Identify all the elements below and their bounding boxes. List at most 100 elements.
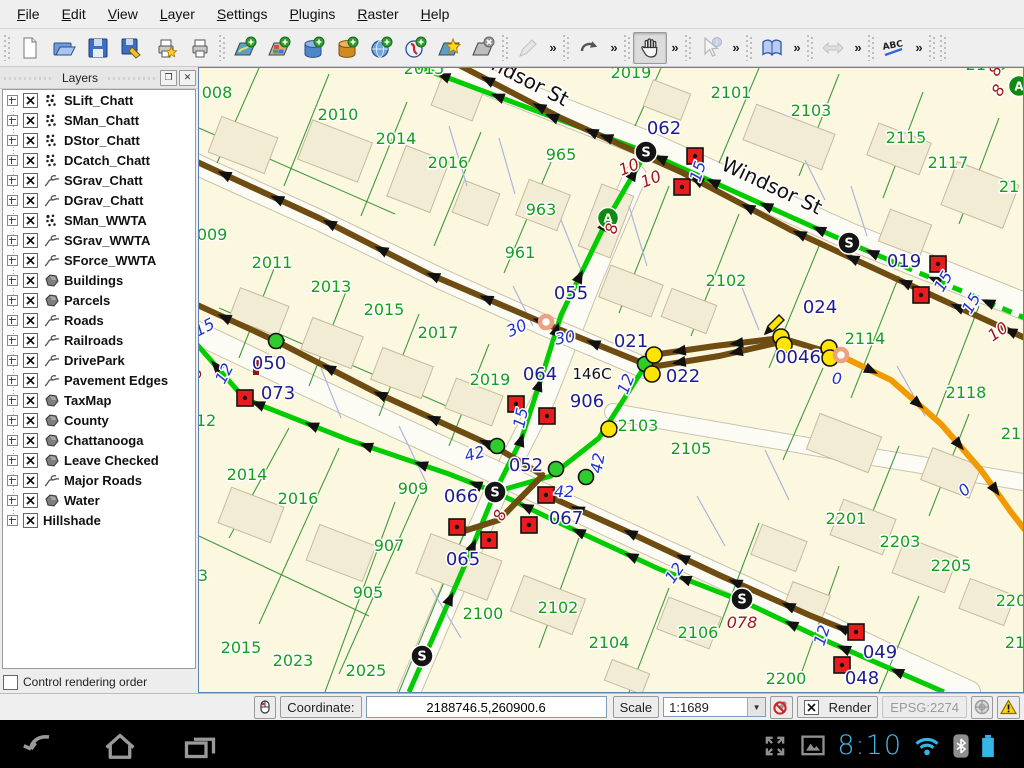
menu-settings[interactable]: Settings bbox=[206, 2, 279, 26]
layer-item-county[interactable]: County bbox=[3, 410, 195, 430]
layer-visibility-checkbox[interactable] bbox=[23, 413, 38, 428]
menu-help[interactable]: Help bbox=[410, 2, 461, 26]
layer-item-chattanooga[interactable]: Chattanooga bbox=[3, 430, 195, 450]
expand-icon[interactable] bbox=[7, 315, 18, 326]
toolbar-handle[interactable] bbox=[219, 35, 226, 61]
expand-icon[interactable] bbox=[7, 115, 18, 126]
layer-item-water[interactable]: Water bbox=[3, 490, 195, 510]
panel-close-button[interactable]: ✕ bbox=[179, 70, 196, 86]
fullscreen-icon[interactable] bbox=[761, 732, 789, 760]
toolbar-handle[interactable] bbox=[868, 35, 875, 61]
add-wms-layer-button[interactable] bbox=[364, 32, 398, 64]
expand-icon[interactable] bbox=[7, 395, 18, 406]
log-messages-button[interactable] bbox=[997, 696, 1020, 719]
layer-visibility-checkbox[interactable] bbox=[23, 213, 38, 228]
toolbar-handle[interactable] bbox=[624, 35, 631, 61]
add-wfs-layer-button[interactable] bbox=[398, 32, 432, 64]
layer-item-drivepark[interactable]: DrivePark bbox=[3, 350, 195, 370]
add-raster-layer-button[interactable] bbox=[262, 32, 296, 64]
layer-visibility-checkbox[interactable] bbox=[23, 393, 38, 408]
stop-render-button[interactable] bbox=[770, 696, 793, 719]
toolbar-handle[interactable] bbox=[940, 35, 947, 61]
expand-icon[interactable] bbox=[7, 215, 18, 226]
layer-visibility-checkbox[interactable] bbox=[23, 493, 38, 508]
open-project-button[interactable] bbox=[47, 32, 81, 64]
pan-button[interactable] bbox=[633, 32, 667, 64]
expand-icon[interactable] bbox=[7, 515, 18, 526]
layer-visibility-checkbox[interactable] bbox=[23, 253, 38, 268]
layer-item-sgrav-wwta[interactable]: SGrav_WWTA bbox=[3, 230, 195, 250]
new-shapefile-layer-button[interactable] bbox=[432, 32, 466, 64]
toolbar-overflow-button[interactable]: » bbox=[667, 33, 683, 63]
expand-icon[interactable] bbox=[7, 495, 18, 506]
layer-visibility-checkbox[interactable] bbox=[23, 293, 38, 308]
layer-visibility-checkbox[interactable] bbox=[23, 173, 38, 188]
toolbar-handle[interactable] bbox=[4, 35, 11, 61]
remove-layer-button[interactable] bbox=[466, 32, 500, 64]
new-print-composer-button[interactable] bbox=[149, 32, 183, 64]
layer-visibility-checkbox[interactable] bbox=[23, 93, 38, 108]
crs-status-button[interactable] bbox=[971, 696, 994, 719]
expand-icon[interactable] bbox=[7, 155, 18, 166]
layer-visibility-checkbox[interactable] bbox=[23, 313, 38, 328]
toolbar-overflow-button[interactable]: » bbox=[606, 33, 622, 63]
layer-item-sgrav-chatt[interactable]: SGrav_Chatt bbox=[3, 170, 195, 190]
layer-item-major-roads[interactable]: Major Roads bbox=[3, 470, 195, 490]
control-rendering-order-checkbox[interactable] bbox=[3, 675, 18, 690]
expand-icon[interactable] bbox=[7, 95, 18, 106]
layer-visibility-checkbox[interactable] bbox=[23, 473, 38, 488]
menu-edit[interactable]: Edit bbox=[51, 2, 97, 26]
layer-item-slift-chatt[interactable]: SLift_Chatt bbox=[3, 90, 195, 110]
expand-icon[interactable] bbox=[7, 255, 18, 266]
layer-item-sman-chatt[interactable]: SMan_Chatt bbox=[3, 110, 195, 130]
render-toggle[interactable]: Render bbox=[797, 696, 879, 718]
save-project-button[interactable] bbox=[81, 32, 115, 64]
layer-item-roads[interactable]: Roads bbox=[3, 310, 195, 330]
expand-icon[interactable] bbox=[7, 175, 18, 186]
layer-visibility-checkbox[interactable] bbox=[23, 453, 38, 468]
add-vector-layer-button[interactable] bbox=[228, 32, 262, 64]
chevron-down-icon[interactable]: ▼ bbox=[747, 698, 765, 716]
toolbar-handle[interactable] bbox=[807, 35, 814, 61]
toolbar-handle[interactable] bbox=[746, 35, 753, 61]
layer-item-sforce-wwta[interactable]: SForce_WWTA bbox=[3, 250, 195, 270]
new-project-button[interactable] bbox=[13, 32, 47, 64]
expand-icon[interactable] bbox=[7, 135, 18, 146]
layer-visibility-checkbox[interactable] bbox=[23, 153, 38, 168]
toolbar-handle[interactable] bbox=[502, 35, 509, 61]
menu-view[interactable]: View bbox=[97, 2, 149, 26]
expand-icon[interactable] bbox=[7, 275, 18, 286]
screenshot-icon[interactable] bbox=[799, 732, 827, 760]
layer-item-dstor-chatt[interactable]: DStor_Chatt bbox=[3, 130, 195, 150]
layer-item-sman-wwta[interactable]: SMan_WWTA bbox=[3, 210, 195, 230]
layer-item-dgrav-chatt[interactable]: DGrav_Chatt bbox=[3, 190, 195, 210]
save-project-as-button[interactable] bbox=[115, 32, 149, 64]
layer-visibility-checkbox[interactable] bbox=[23, 113, 38, 128]
layer-visibility-checkbox[interactable] bbox=[23, 273, 38, 288]
menu-raster[interactable]: Raster bbox=[346, 2, 409, 26]
expand-icon[interactable] bbox=[7, 475, 18, 486]
bookmark-button[interactable] bbox=[755, 32, 789, 64]
layer-visibility-checkbox[interactable] bbox=[23, 133, 38, 148]
back-icon[interactable] bbox=[22, 731, 58, 761]
add-postgis-layer-button[interactable] bbox=[296, 32, 330, 64]
expand-icon[interactable] bbox=[7, 415, 18, 426]
layer-visibility-checkbox[interactable] bbox=[23, 513, 38, 528]
menu-file[interactable]: File bbox=[6, 2, 51, 26]
expand-icon[interactable] bbox=[7, 295, 18, 306]
expand-icon[interactable] bbox=[7, 455, 18, 466]
expand-icon[interactable] bbox=[7, 335, 18, 346]
layer-item-hillshade[interactable]: Hillshade bbox=[3, 510, 195, 530]
add-spatialite-layer-button[interactable] bbox=[330, 32, 364, 64]
layer-item-leave-checked[interactable]: Leave Checked bbox=[3, 450, 195, 470]
home-icon[interactable] bbox=[102, 731, 138, 761]
layer-item-pavement-edges[interactable]: Pavement Edges bbox=[3, 370, 195, 390]
label-button[interactable]: ABC bbox=[877, 32, 911, 64]
coordinate-input[interactable] bbox=[366, 696, 607, 718]
mouse-position-button[interactable] bbox=[254, 696, 277, 719]
toolbar-handle[interactable] bbox=[685, 35, 692, 61]
layer-item-taxmap[interactable]: TaxMap bbox=[3, 390, 195, 410]
panel-float-button[interactable]: ❐ bbox=[160, 70, 177, 86]
layer-item-dcatch-chatt[interactable]: DCatch_Chatt bbox=[3, 150, 195, 170]
toolbar-overflow-button[interactable]: » bbox=[789, 33, 805, 63]
